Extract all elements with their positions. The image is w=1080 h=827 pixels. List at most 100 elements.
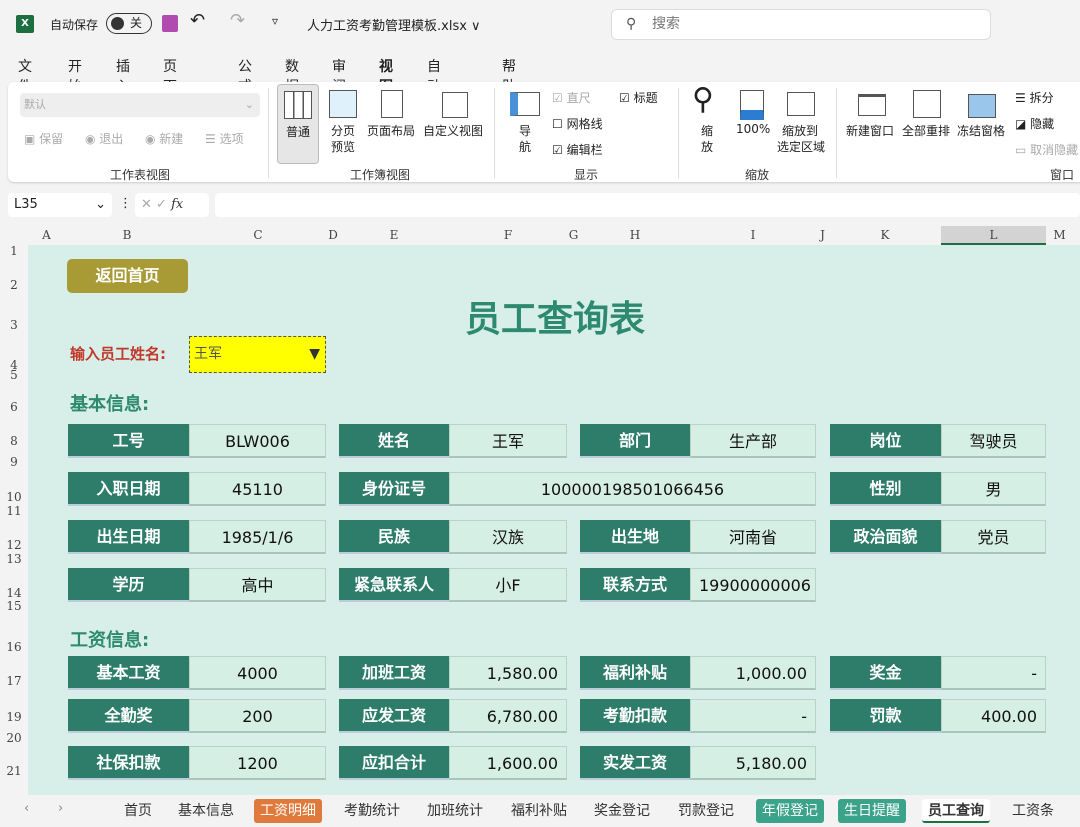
field-value[interactable]: 100000198501066456 bbox=[449, 472, 816, 506]
row-header[interactable]: 2 bbox=[0, 278, 28, 292]
row-header[interactable]: 11 bbox=[0, 504, 28, 518]
zoom-selection-label[interactable]: 缩放到 bbox=[782, 122, 818, 139]
field-value[interactable]: - bbox=[941, 656, 1046, 690]
sheet-tab[interactable]: 罚款登记 bbox=[672, 799, 740, 823]
row-header[interactable]: 12 bbox=[0, 538, 28, 552]
zoom-100-label[interactable]: 100% bbox=[736, 122, 770, 136]
headings-checkbox[interactable]: ☑ 标题 bbox=[619, 89, 658, 106]
sheet-tab[interactable]: 考勤统计 bbox=[338, 799, 406, 823]
field-value[interactable]: BLW006 bbox=[189, 424, 326, 458]
column-header[interactable]: A bbox=[28, 226, 65, 245]
field-value[interactable]: 汉族 bbox=[449, 520, 567, 554]
column-header[interactable]: I bbox=[690, 226, 816, 245]
sheet-tab[interactable]: 奖金登记 bbox=[588, 799, 656, 823]
column-header[interactable]: J bbox=[816, 226, 829, 245]
freeze-panes-label[interactable]: 冻结窗格 bbox=[957, 122, 1005, 139]
sheet-tab[interactable]: 加班统计 bbox=[421, 799, 489, 823]
field-value[interactable]: 高中 bbox=[189, 568, 326, 602]
undo-icon[interactable]: ↶ bbox=[190, 10, 205, 31]
row-header[interactable]: 19 bbox=[0, 710, 28, 724]
sheet-tab[interactable]: 工资条 bbox=[1006, 799, 1060, 823]
file-name[interactable]: 人力工资考勤管理模板.xlsx ∨ bbox=[307, 15, 481, 34]
field-value[interactable]: 1,600.00 bbox=[449, 746, 567, 780]
page-break-icon[interactable] bbox=[329, 90, 357, 118]
next-sheet-icon[interactable]: › bbox=[58, 801, 63, 816]
sheet-view-select[interactable]: 默认 ⌄ bbox=[20, 93, 260, 117]
column-header[interactable]: E bbox=[339, 226, 449, 245]
row-header[interactable]: 13 bbox=[0, 552, 28, 566]
search-box[interactable]: ⚲ 搜索 bbox=[611, 9, 991, 40]
freeze-panes-icon[interactable] bbox=[968, 94, 996, 118]
row-header[interactable]: 10 bbox=[0, 490, 28, 504]
exit-button[interactable]: ◉ 退出 bbox=[85, 130, 123, 147]
dropdown-arrow-icon[interactable]: ▼ bbox=[309, 337, 320, 372]
field-value[interactable]: 200 bbox=[189, 699, 326, 733]
row-header[interactable]: 1 bbox=[0, 244, 28, 258]
zoom-label[interactable]: 缩 bbox=[701, 122, 713, 139]
page-layout-icon[interactable] bbox=[381, 90, 403, 118]
hide-button[interactable]: ◪ 隐藏 bbox=[1015, 115, 1054, 132]
custom-view-icon[interactable] bbox=[442, 92, 468, 118]
sheet-tab[interactable]: 生日提醒 bbox=[838, 799, 906, 823]
field-value[interactable]: 4000 bbox=[189, 656, 326, 690]
name-box[interactable]: L35 ⌄ bbox=[8, 193, 112, 217]
row-header[interactable]: 16 bbox=[0, 640, 28, 654]
arrange-all-icon[interactable] bbox=[913, 90, 941, 118]
column-header[interactable]: G bbox=[567, 226, 580, 245]
row-header[interactable]: 15 bbox=[0, 599, 28, 613]
field-value[interactable]: 1200 bbox=[189, 746, 326, 780]
field-value[interactable]: 6,780.00 bbox=[449, 699, 567, 733]
column-header[interactable]: K bbox=[829, 226, 941, 245]
field-value[interactable]: 王军 bbox=[449, 424, 567, 458]
page-layout-label[interactable]: 页面布局 bbox=[367, 122, 415, 139]
sheet-tab[interactable]: 基本信息 bbox=[172, 799, 240, 823]
field-value[interactable]: 驾驶员 bbox=[941, 424, 1046, 458]
normal-view-button[interactable]: 普通 bbox=[277, 84, 319, 164]
zoom-selection-icon[interactable] bbox=[787, 92, 815, 116]
arrange-all-label[interactable]: 全部重排 bbox=[902, 122, 950, 139]
new-window-icon[interactable] bbox=[858, 94, 886, 116]
field-value[interactable]: - bbox=[690, 699, 816, 733]
keep-button[interactable]: ▣ 保留 bbox=[24, 130, 63, 147]
split-button[interactable]: ☰ 拆分 bbox=[1015, 89, 1054, 106]
options-button[interactable]: ☰ 选项 bbox=[205, 130, 244, 147]
unhide-button[interactable]: ▭ 取消隐藏 bbox=[1015, 141, 1078, 158]
field-value[interactable]: 19900000006 bbox=[690, 568, 816, 602]
field-value[interactable]: 1,580.00 bbox=[449, 656, 567, 690]
page-break-label[interactable]: 分页 bbox=[331, 122, 355, 139]
column-header[interactable]: F bbox=[449, 226, 567, 245]
sheet-tab[interactable]: 首页 bbox=[118, 799, 158, 823]
prev-sheet-icon[interactable]: ‹ bbox=[24, 801, 29, 816]
column-header[interactable]: H bbox=[580, 226, 690, 245]
row-header[interactable]: 21 bbox=[0, 764, 28, 778]
employee-name-dropdown[interactable]: 王军 ▼ bbox=[189, 336, 326, 373]
customize-qat-icon[interactable]: ▿ bbox=[272, 14, 278, 28]
field-value[interactable]: 河南省 bbox=[690, 520, 816, 554]
ruler-checkbox[interactable]: ☑ 直尺 bbox=[552, 89, 591, 106]
field-value[interactable]: 党员 bbox=[941, 520, 1046, 554]
sheet-tab[interactable]: 福利补贴 bbox=[505, 799, 573, 823]
row-header[interactable]: 14 bbox=[0, 586, 28, 600]
row-header[interactable]: 3 bbox=[0, 318, 28, 332]
redo-icon[interactable]: ↷ bbox=[230, 10, 245, 31]
column-header[interactable]: B bbox=[65, 226, 189, 245]
zoom-100-icon[interactable] bbox=[740, 90, 764, 120]
insert-function-icon[interactable]: fx bbox=[171, 197, 183, 212]
new-window-label[interactable]: 新建窗口 bbox=[846, 122, 894, 139]
row-header[interactable]: 20 bbox=[0, 731, 28, 745]
row-header[interactable]: 5 bbox=[0, 368, 28, 382]
field-value[interactable]: 5,180.00 bbox=[690, 746, 816, 780]
enter-icon[interactable]: ✓ bbox=[156, 197, 167, 212]
save-icon[interactable] bbox=[162, 15, 178, 32]
field-value[interactable]: 小F bbox=[449, 568, 567, 602]
formula-input[interactable] bbox=[215, 193, 1080, 217]
cancel-icon[interactable]: ✕ bbox=[141, 197, 152, 212]
row-header[interactable]: 17 bbox=[0, 674, 28, 688]
column-header[interactable]: D bbox=[327, 226, 339, 245]
column-header[interactable]: L bbox=[941, 226, 1046, 245]
formula-bar-checkbox[interactable]: ☑ 编辑栏 bbox=[552, 141, 603, 158]
row-header[interactable]: 8 bbox=[0, 434, 28, 448]
field-value[interactable]: 1985/1/6 bbox=[189, 520, 326, 554]
gridlines-checkbox[interactable]: ☐ 网格线 bbox=[552, 115, 603, 132]
zoom-icon[interactable]: ⚲ bbox=[692, 82, 714, 117]
